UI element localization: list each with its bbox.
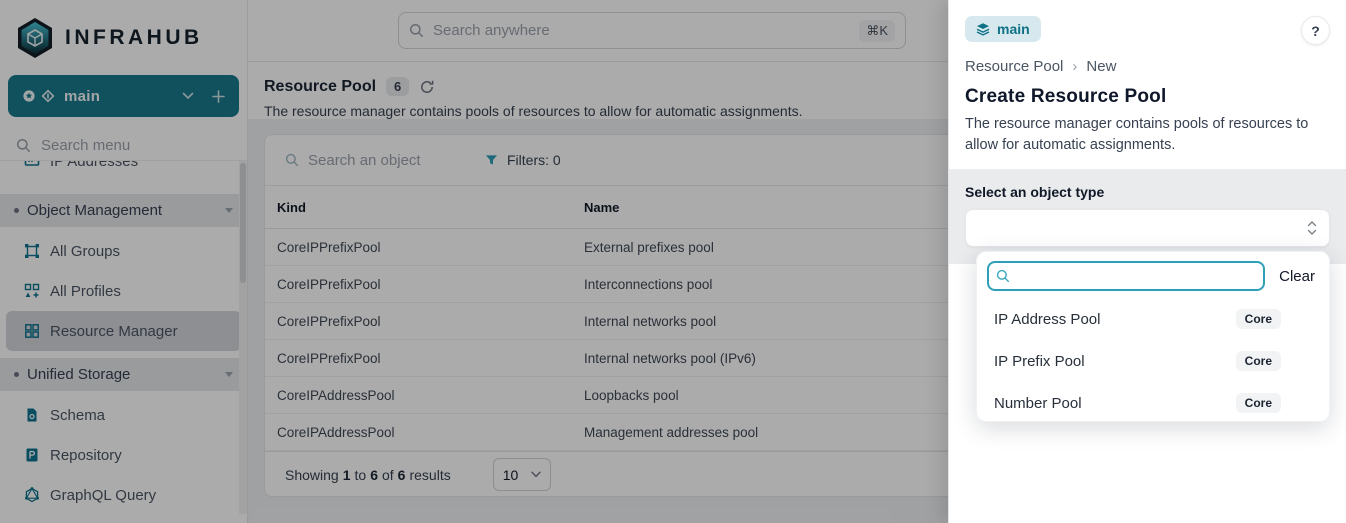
chevron-right-icon: ›: [1072, 58, 1077, 75]
breadcrumb: Resource Pool › New: [965, 58, 1330, 75]
core-badge: Core: [1236, 393, 1281, 413]
option-label: IP Prefix Pool: [994, 353, 1085, 370]
layers-icon: [976, 22, 990, 36]
option-label: IP Address Pool: [994, 311, 1100, 328]
core-badge: Core: [1236, 351, 1281, 371]
option-ip-prefix-pool[interactable]: IP Prefix Pool Core: [987, 340, 1319, 382]
create-resource-pool-drawer: main ? Resource Pool › New Create Resour…: [948, 0, 1346, 523]
object-type-section: Select an object type: [949, 169, 1346, 264]
object-type-dropdown: Clear IP Address Pool Core IP Prefix Poo…: [976, 251, 1330, 422]
search-icon: [996, 269, 1010, 283]
object-type-label: Select an object type: [965, 184, 1330, 200]
drawer-title: Create Resource Pool: [965, 86, 1330, 108]
clear-button[interactable]: Clear: [1279, 268, 1315, 285]
option-number-pool[interactable]: Number Pool Core: [987, 382, 1319, 424]
object-type-select[interactable]: [965, 209, 1330, 247]
help-button[interactable]: ?: [1301, 16, 1330, 45]
drawer-header: main ? Resource Pool › New Create Resour…: [949, 0, 1346, 169]
dropdown-search-input[interactable]: [987, 261, 1265, 291]
drawer-description: The resource manager contains pools of r…: [965, 114, 1330, 169]
chevron-up-down-icon: [1307, 220, 1317, 236]
breadcrumb-resource-pool[interactable]: Resource Pool: [965, 58, 1063, 75]
breadcrumb-new: New: [1086, 58, 1116, 75]
core-badge: Core: [1236, 309, 1281, 329]
branch-badge: main: [965, 16, 1041, 42]
option-label: Number Pool: [994, 395, 1082, 412]
option-ip-address-pool[interactable]: IP Address Pool Core: [987, 298, 1319, 340]
branch-badge-label: main: [997, 21, 1030, 37]
